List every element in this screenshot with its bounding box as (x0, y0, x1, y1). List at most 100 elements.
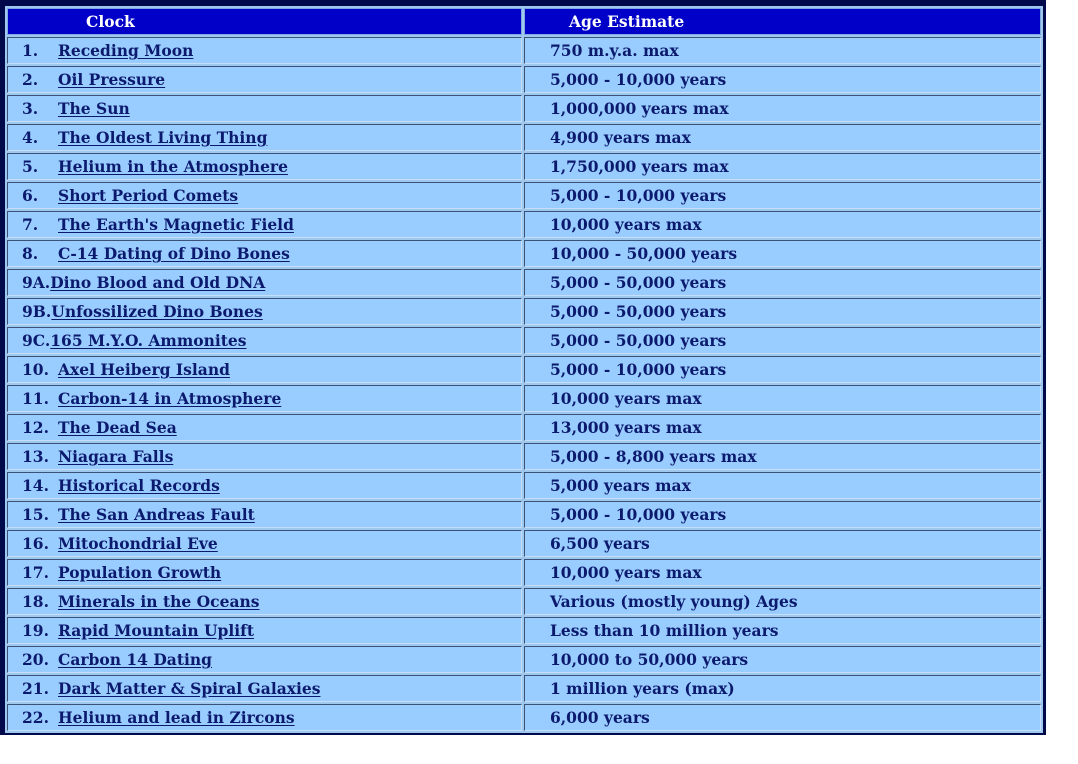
age-estimate-cell: 5,000 - 10,000 years (524, 501, 1041, 528)
clock-title: Axel Heiberg Island (58, 360, 230, 379)
clock-link[interactable]: 15. The San Andreas Fault (22, 505, 255, 524)
table-header-row: Clock Age Estimate (7, 8, 1041, 35)
table-row: 9B.Unfossilized Dino Bones 5,000 - 50,000… (7, 298, 1041, 325)
clock-cell: 17. Population Growth (7, 559, 522, 586)
age-estimate-cell: 5,000 - 10,000 years (524, 66, 1041, 93)
clock-link[interactable]: 3. The Sun (22, 99, 130, 118)
table-row: 22. Helium and lead in Zircons 6,000 years (7, 704, 1041, 731)
age-estimate-cell: 5,000 - 50,000 years (524, 269, 1041, 296)
clock-cell: 13. Niagara Falls (7, 443, 522, 470)
clock-cell: 1. Receding Moon (7, 37, 522, 64)
age-estimate-cell: 5,000 - 10,000 years (524, 182, 1041, 209)
age-estimate-cell: 10,000 - 50,000 years (524, 240, 1041, 267)
age-estimate-cell: 1,750,000 years max (524, 153, 1041, 180)
clock-link[interactable]: 13. Niagara Falls (22, 447, 173, 466)
clock-title: Carbon-14 in Atmosphere (58, 389, 282, 408)
clock-cell: 6. Short Period Comets (7, 182, 522, 209)
clock-link[interactable]: 18. Minerals in the Oceans (22, 592, 259, 611)
clock-link[interactable]: 6. Short Period Comets (22, 186, 238, 205)
clock-number: 5. (22, 157, 39, 176)
clock-link[interactable]: 2. Oil Pressure (22, 70, 165, 89)
table-row: 4. The Oldest Living Thing 4,900 years max (7, 124, 1041, 151)
clock-number: 15. (22, 505, 49, 524)
clock-link[interactable]: 14. Historical Records (22, 476, 220, 495)
clock-cell: 3. The Sun (7, 95, 522, 122)
clock-title: The Earth's Magnetic Field (58, 215, 294, 234)
clock-link[interactable]: 16. Mitochondrial Eve (22, 534, 218, 553)
clock-title: Mitochondrial Eve (58, 534, 218, 553)
table-row: 6. Short Period Comets 5,000 - 10,000 year… (7, 182, 1041, 209)
clock-number: 14. (22, 476, 49, 495)
clock-link[interactable]: 21. Dark Matter & Spiral Galaxies (22, 679, 320, 698)
clock-cell: 9C.165 M.Y.O. Ammonites (7, 327, 522, 354)
table-row: 19. Rapid Mountain Uplift Less than 10 mil… (7, 617, 1041, 644)
clock-number: 19. (22, 621, 49, 640)
table-row: 7. The Earth's Magnetic Field 10,000 years… (7, 211, 1041, 238)
clock-cell: 10. Axel Heiberg Island (7, 356, 522, 383)
age-estimate-cell: 5,000 - 10,000 years (524, 356, 1041, 383)
clock-cell: 9B.Unfossilized Dino Bones (7, 298, 522, 325)
clock-link[interactable]: 4. The Oldest Living Thing (22, 128, 267, 147)
clock-cell: 2. Oil Pressure (7, 66, 522, 93)
clock-title: Helium in the Atmosphere (58, 157, 288, 176)
table-row: 1. Receding Moon 750 m.y.a. max (7, 37, 1041, 64)
clock-number: 17. (22, 563, 49, 582)
clock-cell: 7. The Earth's Magnetic Field (7, 211, 522, 238)
clock-cell: 8. C-14 Dating of Dino Bones (7, 240, 522, 267)
clock-cell: 4. The Oldest Living Thing (7, 124, 522, 151)
clock-number: 9B. (22, 302, 52, 321)
clock-title: Niagara Falls (58, 447, 174, 466)
clock-title: C-14 Dating of Dino Bones (58, 244, 290, 263)
table-row: 12. The Dead Sea 13,000 years max (7, 414, 1041, 441)
clock-link[interactable]: 9B.Unfossilized Dino Bones (22, 302, 263, 321)
age-estimate-cell: 10,000 to 50,000 years (524, 646, 1041, 673)
clock-title: Short Period Comets (58, 186, 239, 205)
clock-link[interactable]: 5. Helium in the Atmosphere (22, 157, 288, 176)
clock-link[interactable]: 17. Population Growth (22, 563, 221, 582)
table-row: 5. Helium in the Atmosphere 1,750,000 year… (7, 153, 1041, 180)
clock-number: 7. (22, 215, 39, 234)
age-estimate-cell: 5,000 - 50,000 years (524, 327, 1041, 354)
age-estimate-cell: 1 million years (max) (524, 675, 1041, 702)
clock-number: 3. (22, 99, 39, 118)
table-row: 3. The Sun 1,000,000 years max (7, 95, 1041, 122)
age-estimate-cell: 4,900 years max (524, 124, 1041, 151)
clock-title: Rapid Mountain Uplift (58, 621, 254, 640)
clock-cell: 11. Carbon-14 in Atmosphere (7, 385, 522, 412)
clock-title: Oil Pressure (58, 70, 166, 89)
age-estimate-cell: 5,000 - 50,000 years (524, 298, 1041, 325)
clock-number: 8. (22, 244, 39, 263)
clock-link[interactable]: 12. The Dead Sea (22, 418, 177, 437)
clock-link[interactable]: 10. Axel Heiberg Island (22, 360, 230, 379)
clock-link[interactable]: 11. Carbon-14 in Atmosphere (22, 389, 281, 408)
clock-title: Minerals in the Oceans (58, 592, 260, 611)
age-estimate-cell: Less than 10 million years (524, 617, 1041, 644)
clock-link[interactable]: 7. The Earth's Magnetic Field (22, 215, 294, 234)
table-row: 17. Population Growth 10,000 years max (7, 559, 1041, 586)
clock-number: 4. (22, 128, 39, 147)
clock-number: 18. (22, 592, 49, 611)
clock-link[interactable]: 9C.165 M.Y.O. Ammonites (22, 331, 246, 350)
clock-link[interactable]: 22. Helium and lead in Zircons (22, 708, 295, 727)
table-frame: Clock Age Estimate 1. Receding Moon 750 m.… (0, 0, 1046, 735)
clock-title: Unfossilized Dino Bones (51, 302, 263, 321)
clock-number: 22. (22, 708, 49, 727)
table-row: 9A.Dino Blood and Old DNA 5,000 - 50,000 … (7, 269, 1041, 296)
table-row: 8. C-14 Dating of Dino Bones 10,000 - 50,0… (7, 240, 1041, 267)
clock-link[interactable]: 20. Carbon 14 Dating (22, 650, 212, 669)
clock-link[interactable]: 1. Receding Moon (22, 41, 193, 60)
clock-cell: 9A.Dino Blood and Old DNA (7, 269, 522, 296)
clock-title: Population Growth (58, 563, 222, 582)
clock-number: 11. (22, 389, 49, 408)
table-row: 10. Axel Heiberg Island 5,000 - 10,000 yea… (7, 356, 1041, 383)
age-estimate-cell: 5,000 - 8,800 years max (524, 443, 1041, 470)
age-estimate-cell: Various (mostly young) Ages (524, 588, 1041, 615)
age-estimate-cell: 6,000 years (524, 704, 1041, 731)
clock-link[interactable]: 8. C-14 Dating of Dino Bones (22, 244, 290, 263)
table-row: 16. Mitochondrial Eve 6,500 years (7, 530, 1041, 557)
clock-link[interactable]: 9A.Dino Blood and Old DNA (22, 273, 265, 292)
clock-title: Dark Matter & Spiral Galaxies (58, 679, 321, 698)
clock-title: The Oldest Living Thing (58, 128, 268, 147)
clock-cell: 12. The Dead Sea (7, 414, 522, 441)
clock-link[interactable]: 19. Rapid Mountain Uplift (22, 621, 254, 640)
